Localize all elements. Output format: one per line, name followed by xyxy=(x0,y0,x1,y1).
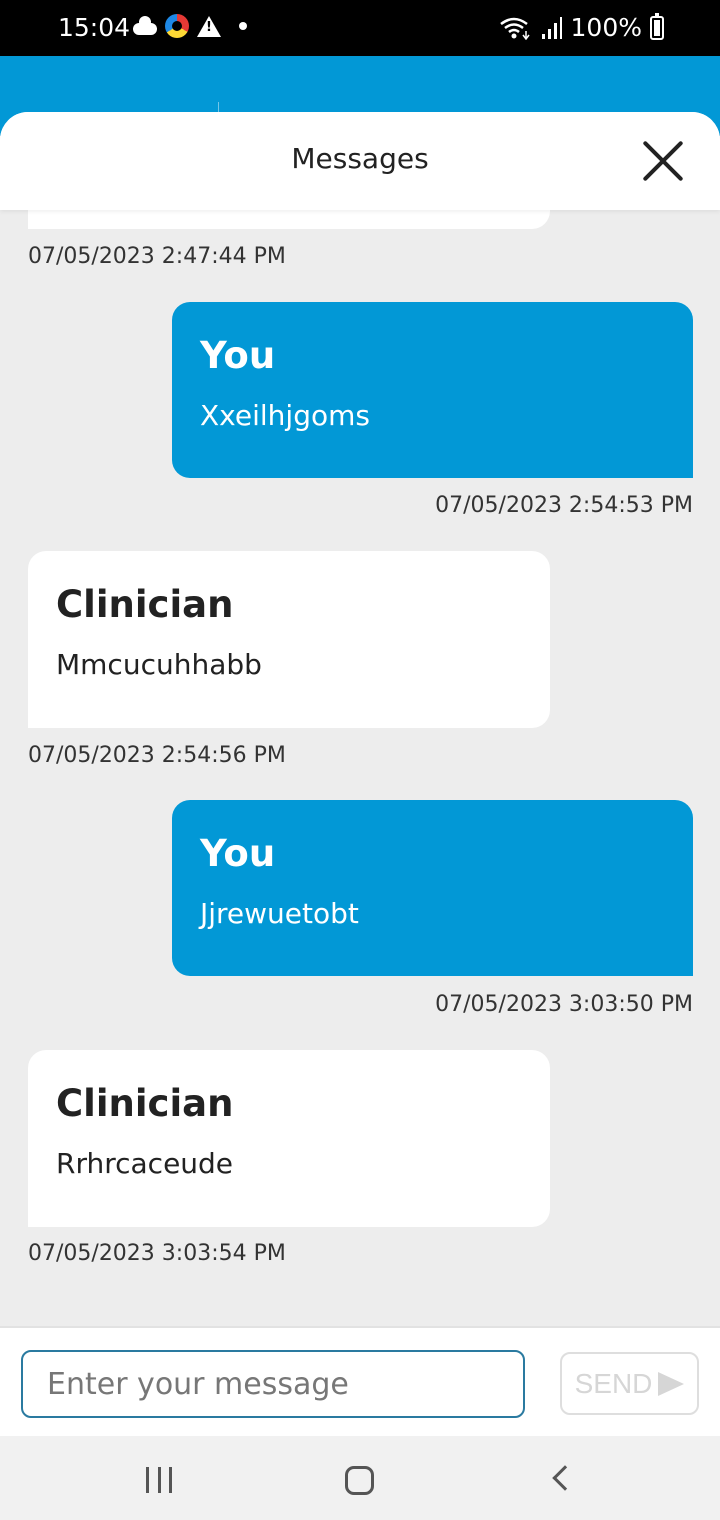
message-sender: You xyxy=(200,832,276,875)
message-text: Rrhrcaceude xyxy=(56,1147,234,1180)
send-arrow-icon xyxy=(658,1371,685,1396)
messages-sheet: Messages 07/05/2023 2:47:44 PM You Xxeil… xyxy=(0,112,720,1520)
cloud-icon xyxy=(133,16,157,35)
message-timestamp: 07/05/2023 2:54:56 PM xyxy=(28,743,286,768)
message-bubble-you: You Xxeilhjgoms xyxy=(172,302,693,478)
message-bubble-clinician: Clinician Rrhrcaceude xyxy=(28,1050,550,1227)
status-bar: 15:04 ! 100% xyxy=(0,0,720,56)
sheet-title: Messages xyxy=(291,142,429,175)
message-sender: Clinician xyxy=(56,1082,234,1125)
wifi-icon xyxy=(499,17,530,40)
app-icon xyxy=(165,14,189,38)
status-time: 15:04 xyxy=(58,13,131,42)
recents-icon[interactable] xyxy=(146,1467,172,1493)
message-text: Xxeilhjgoms xyxy=(200,399,370,432)
message-bubble-clinician: Clinician Mmcucuhhabb xyxy=(28,551,550,728)
message-input[interactable] xyxy=(21,1350,525,1418)
signal-icon xyxy=(541,16,562,39)
battery-percent: 100% xyxy=(570,13,642,42)
warning-icon: ! xyxy=(197,15,221,37)
message-list[interactable]: 07/05/2023 2:47:44 PM You Xxeilhjgoms 07… xyxy=(0,112,720,1326)
home-icon[interactable] xyxy=(345,1466,374,1495)
message-sender: You xyxy=(200,334,276,377)
message-text: Mmcucuhhabb xyxy=(56,648,262,681)
close-button[interactable] xyxy=(640,138,686,184)
system-nav-bar xyxy=(0,1436,720,1520)
back-icon[interactable] xyxy=(552,1465,578,1491)
send-button[interactable]: SEND xyxy=(560,1352,699,1415)
message-timestamp: 07/05/2023 3:03:50 PM xyxy=(435,992,693,1017)
message-timestamp: 07/05/2023 3:03:54 PM xyxy=(28,1241,286,1266)
send-label: SEND xyxy=(574,1367,653,1399)
dot-icon xyxy=(239,22,247,30)
sheet-header: Messages xyxy=(0,112,720,210)
message-sender: Clinician xyxy=(56,583,234,626)
notification-icons: ! xyxy=(133,14,247,38)
system-icons: 100% xyxy=(499,12,664,42)
message-text: Jjrewuetobt xyxy=(200,897,359,930)
message-timestamp: 07/05/2023 2:47:44 PM xyxy=(28,244,286,269)
message-timestamp: 07/05/2023 2:54:53 PM xyxy=(435,493,693,518)
message-bubble-you: You Jjrewuetobt xyxy=(172,800,693,976)
message-composer: SEND xyxy=(0,1326,720,1436)
battery-charging-icon xyxy=(650,12,664,40)
